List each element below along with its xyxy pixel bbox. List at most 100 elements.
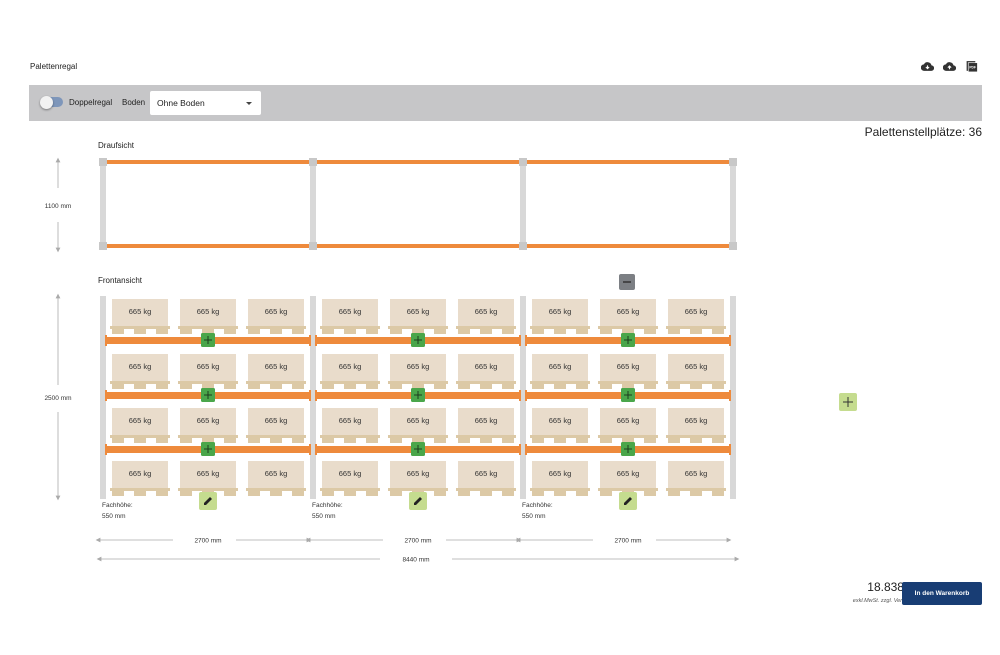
pallet-block bbox=[292, 329, 304, 334]
pallet-deck bbox=[110, 488, 170, 491]
add-level-button[interactable] bbox=[201, 388, 215, 402]
edit-field-button[interactable] bbox=[619, 492, 637, 510]
pallet-deck bbox=[598, 381, 658, 384]
pallet-block bbox=[668, 384, 680, 389]
depth-label: 1100 mm bbox=[45, 203, 72, 210]
pallet-block bbox=[156, 491, 168, 496]
add-level-button[interactable] bbox=[621, 442, 635, 456]
pallet: 665 kg bbox=[246, 461, 306, 496]
pallet-weight-label: 665 kg bbox=[475, 362, 498, 371]
remove-field-button[interactable] bbox=[619, 274, 635, 290]
add-level-button[interactable] bbox=[201, 442, 215, 456]
pallet-weight-label: 665 kg bbox=[549, 416, 572, 425]
pallet-deck bbox=[456, 435, 516, 438]
pallet-block bbox=[292, 491, 304, 496]
beam-connector bbox=[729, 390, 731, 401]
pallet-block bbox=[344, 384, 356, 389]
add-level-button[interactable] bbox=[201, 333, 215, 347]
pallet: 665 kg bbox=[388, 408, 448, 443]
pallet-block bbox=[458, 384, 470, 389]
pallet-deck bbox=[530, 381, 590, 384]
top-beam-front bbox=[106, 160, 310, 164]
pallet-weight-label: 665 kg bbox=[617, 416, 640, 425]
pallet-block bbox=[434, 384, 446, 389]
pallet-weight-label: 665 kg bbox=[549, 362, 572, 371]
pallet-block bbox=[644, 329, 656, 334]
pallet-weight-label: 665 kg bbox=[475, 469, 498, 478]
pallet: 665 kg bbox=[666, 461, 726, 496]
add-level-button[interactable] bbox=[411, 333, 425, 347]
pallet-block bbox=[554, 384, 566, 389]
pallet-weight-label: 665 kg bbox=[339, 416, 362, 425]
pallet-block bbox=[270, 438, 282, 443]
top-beam-front bbox=[316, 160, 520, 164]
pallet-block bbox=[134, 438, 146, 443]
pallet: 665 kg bbox=[178, 354, 238, 389]
height-dimension: 2500 mm bbox=[44, 293, 72, 501]
pallet-deck bbox=[320, 435, 380, 438]
pallet-weight-label: 665 kg bbox=[475, 307, 498, 316]
pallet-block bbox=[532, 384, 544, 389]
edit-field-button[interactable] bbox=[409, 492, 427, 510]
pallet-block bbox=[292, 438, 304, 443]
top-upright bbox=[310, 158, 316, 250]
pallet-weight-label: 665 kg bbox=[129, 416, 152, 425]
pallet-block bbox=[248, 438, 260, 443]
pallet-block bbox=[366, 491, 378, 496]
pallet-block bbox=[390, 329, 402, 334]
pallet-block bbox=[224, 438, 236, 443]
pallet-block bbox=[502, 384, 514, 389]
pallet-deck bbox=[388, 381, 448, 384]
pallet-block bbox=[458, 491, 470, 496]
pallet-block bbox=[344, 491, 356, 496]
top-upright-cap bbox=[729, 158, 737, 166]
pallet-block bbox=[366, 384, 378, 389]
pallet-block bbox=[576, 384, 588, 389]
add-level-button[interactable] bbox=[621, 388, 635, 402]
pallet: 665 kg bbox=[388, 461, 448, 496]
add-field-button[interactable] bbox=[839, 393, 857, 411]
beam-connector bbox=[315, 335, 317, 346]
pallet-block bbox=[112, 329, 124, 334]
pallet: 665 kg bbox=[320, 461, 380, 496]
pallet-deck bbox=[178, 488, 238, 491]
pallet-block bbox=[390, 438, 402, 443]
top-upright bbox=[520, 158, 526, 250]
pallet-deck bbox=[666, 435, 726, 438]
top-beam-back bbox=[526, 244, 730, 248]
pallet-weight-label: 665 kg bbox=[339, 469, 362, 478]
pallet-block bbox=[690, 384, 702, 389]
pallet-weight-label: 665 kg bbox=[339, 307, 362, 316]
pallet: 665 kg bbox=[456, 461, 516, 496]
top-upright-cap bbox=[519, 158, 527, 166]
pallet: 665 kg bbox=[246, 299, 306, 334]
add-level-button[interactable] bbox=[411, 388, 425, 402]
pallet-weight-label: 665 kg bbox=[407, 469, 430, 478]
pallet-deck bbox=[456, 488, 516, 491]
pallet-weight-label: 665 kg bbox=[407, 416, 430, 425]
add-to-cart-button[interactable]: In den Warenkorb bbox=[902, 582, 982, 605]
add-level-button[interactable] bbox=[411, 442, 425, 456]
pallet: 665 kg bbox=[178, 461, 238, 496]
add-level-button[interactable] bbox=[621, 333, 635, 347]
total-width-dimension: 8440 mm bbox=[96, 557, 740, 564]
pallet: 665 kg bbox=[110, 408, 170, 443]
edit-field-button[interactable] bbox=[199, 492, 217, 510]
pallet-block bbox=[668, 329, 680, 334]
pallet-block bbox=[434, 491, 446, 496]
pallet-block bbox=[156, 438, 168, 443]
pallet-block bbox=[712, 384, 724, 389]
pallet-deck bbox=[666, 381, 726, 384]
pallet-block bbox=[292, 384, 304, 389]
top-beam-back bbox=[316, 244, 520, 248]
total-width-label: 8440 mm bbox=[402, 557, 429, 564]
pallet-deck bbox=[456, 381, 516, 384]
pallet-deck bbox=[246, 488, 306, 491]
pallet: 665 kg bbox=[598, 354, 658, 389]
pallet-weight-label: 665 kg bbox=[407, 307, 430, 316]
beam-connector bbox=[729, 335, 731, 346]
beam-connector bbox=[525, 444, 527, 455]
pallet-block bbox=[134, 384, 146, 389]
pallet: 665 kg bbox=[178, 408, 238, 443]
width-dimensions: 2700 mm 2700 mm 2700 mm bbox=[95, 538, 732, 545]
